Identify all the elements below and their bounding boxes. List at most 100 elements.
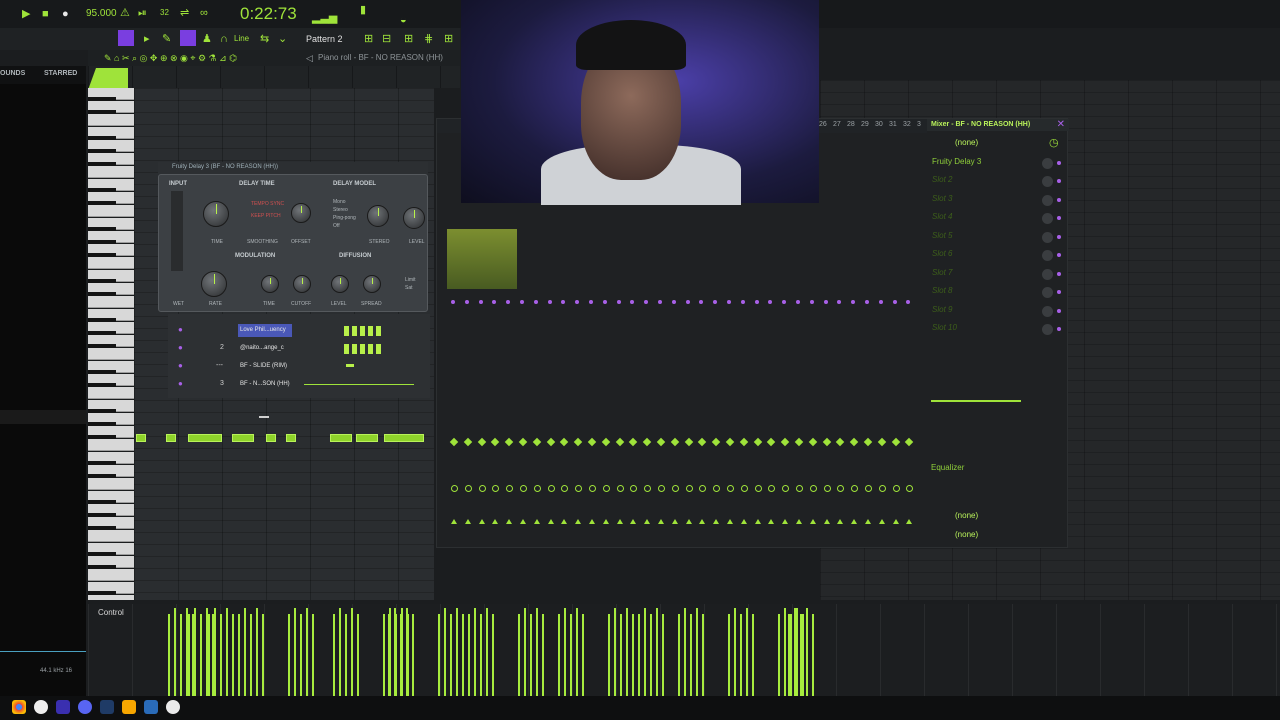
fx-enable-icon[interactable] xyxy=(685,485,693,492)
pan-knob[interactable] xyxy=(506,300,511,304)
velocity-bar[interactable] xyxy=(306,608,308,696)
track-arm-icon[interactable] xyxy=(451,519,457,524)
fl-studio-icon[interactable] xyxy=(122,700,136,714)
pan-knob[interactable] xyxy=(768,300,773,304)
track-arm-icon[interactable] xyxy=(768,519,775,524)
track-arm-icon[interactable] xyxy=(851,519,858,524)
fx-enable-icon[interactable] xyxy=(796,485,803,492)
piano-white-key[interactable] xyxy=(88,387,134,399)
piano-white-key[interactable] xyxy=(88,205,134,217)
track-arm-icon[interactable] xyxy=(823,519,830,524)
route-send-icon[interactable] xyxy=(656,437,666,447)
browser-selected-row[interactable] xyxy=(0,410,86,424)
mono-option[interactable]: Mono xyxy=(333,199,346,205)
mod-time-knob[interactable] xyxy=(261,275,279,293)
route-send-icon[interactable] xyxy=(711,437,721,447)
track-arm-icon[interactable] xyxy=(533,519,540,524)
velocity-bar[interactable] xyxy=(778,614,780,696)
fx-enable-icon[interactable] xyxy=(740,485,748,492)
velocity-bar[interactable] xyxy=(518,614,520,696)
note[interactable] xyxy=(136,434,146,442)
tab-sounds[interactable]: OUNDS xyxy=(0,70,25,77)
slot-enable-icon[interactable] xyxy=(1057,179,1061,183)
track-arm-icon[interactable] xyxy=(492,519,499,524)
velocity-bar[interactable] xyxy=(662,614,664,696)
velocity-bar[interactable] xyxy=(542,614,544,696)
fx-enable-icon[interactable] xyxy=(630,485,638,492)
velocity-bar[interactable] xyxy=(570,614,572,696)
track-arm-icon[interactable] xyxy=(754,519,761,524)
fx-slot[interactable]: Slot 6 xyxy=(932,249,1067,263)
velocity-bar[interactable] xyxy=(480,614,482,696)
velocity-bar[interactable] xyxy=(312,614,314,696)
brush-icon[interactable] xyxy=(180,30,196,46)
track-arm-icon[interactable] xyxy=(865,519,871,524)
rate-display[interactable]: 32 xyxy=(160,8,169,17)
route-send-icon[interactable] xyxy=(546,437,555,447)
pan-knob[interactable] xyxy=(602,300,607,304)
velocity-bar[interactable] xyxy=(486,608,488,696)
velocity-bar[interactable] xyxy=(564,608,566,696)
off-option[interactable]: Off xyxy=(333,223,340,229)
slot-enable-icon[interactable] xyxy=(1057,290,1061,294)
output-select[interactable]: (none) xyxy=(955,530,978,539)
metronome-icon[interactable]: ⚠ xyxy=(120,7,130,19)
velocity-bar[interactable] xyxy=(576,608,578,696)
velocity-bar[interactable] xyxy=(806,608,808,696)
scroll-handle[interactable] xyxy=(259,416,269,418)
velocity-bar[interactable] xyxy=(406,608,408,696)
fx-enable-icon[interactable] xyxy=(506,485,514,492)
fx-enable-icon[interactable] xyxy=(878,485,886,492)
fx-enable-icon[interactable] xyxy=(658,485,665,492)
track-arm-icon[interactable] xyxy=(561,519,568,524)
fx-enable-icon[interactable] xyxy=(602,485,610,492)
route-send-icon[interactable] xyxy=(739,437,749,447)
slot-mix-knob[interactable] xyxy=(1042,195,1053,206)
pan-knob[interactable] xyxy=(713,300,718,304)
track-arm-icon[interactable] xyxy=(809,519,816,524)
stop-icon[interactable]: ■ xyxy=(42,8,49,20)
play-icon[interactable]: ▶ xyxy=(22,8,30,20)
stereo-separation-slider[interactable] xyxy=(931,400,1021,402)
track-arm-icon[interactable] xyxy=(658,519,664,524)
track-arm-icon[interactable] xyxy=(602,519,609,524)
fx-enable-icon[interactable] xyxy=(809,485,817,492)
slot-mix-knob[interactable] xyxy=(1042,269,1053,280)
velocity-bar[interactable] xyxy=(174,608,176,696)
mute-icon[interactable]: ● xyxy=(178,325,183,334)
fx-enable-icon[interactable] xyxy=(851,485,859,492)
pattern-select[interactable]: Pattern 2 xyxy=(306,34,343,44)
stamp-icon[interactable]: ♟ xyxy=(202,33,212,45)
velocity-bar[interactable] xyxy=(180,614,182,696)
photoshop-icon[interactable] xyxy=(100,700,114,714)
fx-enable-icon[interactable] xyxy=(547,485,555,492)
pan-knob[interactable] xyxy=(478,300,483,304)
velocity-bar[interactable] xyxy=(656,608,658,696)
piano-white-key[interactable] xyxy=(88,439,134,451)
velocity-bar[interactable] xyxy=(788,614,790,696)
channel-row[interactable]: ● 2 @naito...ange_c xyxy=(168,340,430,358)
piano-white-key[interactable] xyxy=(88,530,134,542)
premiere-icon[interactable] xyxy=(56,700,70,714)
fx-enable-icon[interactable] xyxy=(561,485,569,492)
fx-slot[interactable]: Slot 8 xyxy=(932,286,1067,300)
offset-knob[interactable] xyxy=(291,203,311,223)
velocity-bar[interactable] xyxy=(400,614,402,696)
note[interactable] xyxy=(232,434,254,442)
channel-rack-icon[interactable]: ⋕ xyxy=(424,33,433,45)
velocity-bar[interactable] xyxy=(608,614,610,696)
fx-enable-icon[interactable] xyxy=(451,485,458,492)
velocity-bar[interactable] xyxy=(734,608,736,696)
input-fader[interactable] xyxy=(171,191,183,271)
piano-white-key[interactable] xyxy=(88,296,134,308)
track-arm-icon[interactable] xyxy=(782,519,789,524)
fx-enable-icon[interactable] xyxy=(865,485,872,492)
track-arm-icon[interactable] xyxy=(906,519,913,524)
route-send-icon[interactable] xyxy=(863,437,873,447)
fx-enable-icon[interactable] xyxy=(464,485,472,492)
limit-option[interactable]: Limit xyxy=(405,277,416,283)
pan-knob[interactable] xyxy=(644,300,649,304)
track-arm-icon[interactable] xyxy=(713,519,720,524)
route-send-icon[interactable] xyxy=(753,437,762,447)
slot-enable-icon[interactable] xyxy=(1057,327,1061,331)
